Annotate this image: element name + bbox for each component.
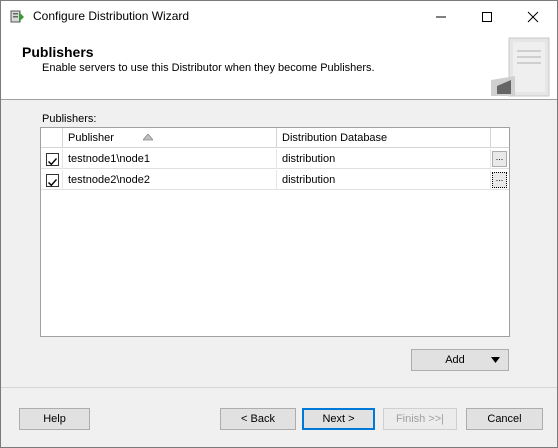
publishers-grid: Publisher Distribution Database testnode…	[40, 127, 510, 337]
publisher-cell: testnode1\node1	[63, 149, 277, 169]
page-subtitle: Enable servers to use this Distributor w…	[42, 62, 375, 74]
wizard-app-icon	[10, 10, 24, 23]
server-icon	[491, 37, 550, 97]
finish-button[interactable]: Finish >>|	[383, 408, 457, 430]
table-row[interactable]: testnode2\node2 distribution ...	[41, 170, 509, 190]
checkbox-cell	[41, 149, 63, 169]
publishers-label: Publishers:	[42, 113, 97, 125]
minimize-icon	[436, 16, 446, 17]
next-button[interactable]: Next >	[302, 408, 375, 430]
column-header-distribution-database[interactable]: Distribution Database	[277, 128, 491, 148]
grid-header: Publisher Distribution Database	[41, 128, 509, 148]
button-cell: ...	[491, 149, 509, 169]
maximize-icon	[482, 11, 492, 22]
add-publisher-button[interactable]: Add	[411, 349, 509, 371]
column-header-label: Publisher	[68, 132, 114, 144]
publisher-enable-checkbox[interactable]	[46, 153, 59, 166]
button-cell: ...	[491, 170, 509, 190]
help-button[interactable]: Help	[19, 408, 90, 430]
publisher-properties-button[interactable]: ...	[492, 151, 507, 167]
checkbox-checked-icon	[48, 179, 58, 187]
back-button[interactable]: < Back	[220, 408, 296, 430]
configure-distribution-wizard-window: Configure Distribution Wizard Publishers…	[0, 0, 558, 448]
column-header-button	[491, 128, 509, 148]
cancel-button[interactable]: Cancel	[466, 408, 543, 430]
footer-divider	[1, 387, 557, 388]
wizard-header: Publishers Enable servers to use this Di…	[1, 32, 557, 100]
close-icon	[527, 11, 539, 22]
distribution-database-cell[interactable]: distribution	[277, 170, 491, 190]
minimize-button[interactable]	[418, 1, 464, 32]
dropdown-arrow-icon	[491, 357, 500, 363]
distribution-database-cell[interactable]: distribution	[277, 149, 491, 169]
page-title: Publishers	[22, 44, 94, 60]
table-row[interactable]: testnode1\node1 distribution ...	[41, 149, 509, 169]
sort-ascending-icon	[143, 134, 153, 141]
window-title: Configure Distribution Wizard	[33, 9, 190, 23]
checkbox-checked-icon	[48, 158, 58, 166]
add-button-label: Add	[445, 354, 465, 366]
publisher-cell: testnode2\node2	[63, 170, 277, 190]
checkbox-column-header[interactable]	[41, 128, 63, 148]
checkbox-cell	[41, 170, 63, 190]
publisher-enable-checkbox[interactable]	[46, 174, 59, 187]
publisher-properties-button[interactable]: ...	[492, 172, 507, 188]
column-header-label: Distribution Database	[282, 132, 388, 144]
maximize-button[interactable]	[464, 1, 510, 32]
close-button[interactable]	[510, 1, 556, 32]
column-header-publisher[interactable]: Publisher	[63, 128, 277, 148]
title-bar: Configure Distribution Wizard	[1, 1, 557, 32]
